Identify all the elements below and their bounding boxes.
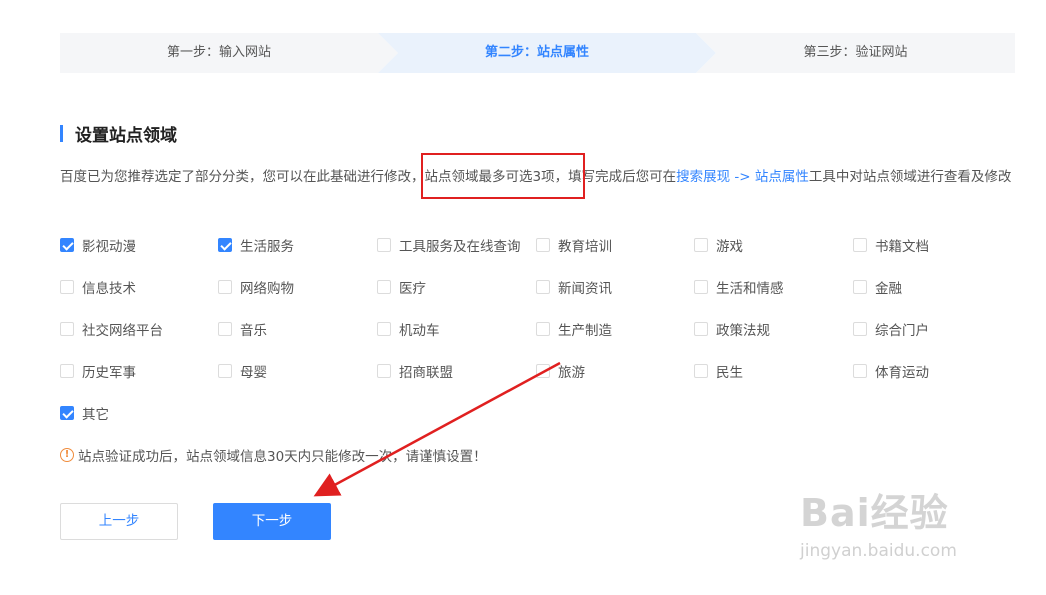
desc-part1: 百度已为您推荐选定了部分分类，您可以在此基础进行修改 — [60, 169, 411, 185]
category-checkbox[interactable] — [218, 238, 232, 252]
category-option[interactable]: 网络购物 — [218, 277, 294, 297]
category-option[interactable]: 教育培训 — [536, 235, 612, 255]
category-option[interactable]: 金融 — [853, 277, 902, 297]
section-title: 设置站点领域 — [60, 122, 177, 146]
category-checkbox[interactable] — [694, 364, 708, 378]
warning-notice: ! 站点验证成功后，站点领域信息30天内只能修改一次，请谨慎设置！ — [60, 445, 487, 465]
category-label: 游戏 — [716, 239, 743, 255]
category-checkbox[interactable] — [694, 238, 708, 252]
category-option[interactable]: 生活和情感 — [694, 277, 784, 297]
category-option[interactable]: 音乐 — [218, 319, 267, 339]
category-checkbox[interactable] — [694, 322, 708, 336]
site-attributes-link[interactable]: 站点属性 — [755, 169, 809, 185]
category-checkbox[interactable] — [377, 238, 391, 252]
category-label: 其它 — [82, 407, 109, 423]
step-1-input-site: 第一步：输入网站 — [166, 45, 271, 60]
category-label: 历史军事 — [82, 365, 136, 381]
step-3-verify-site: 第三步：验证网站 — [803, 45, 908, 60]
category-checkbox[interactable] — [60, 238, 74, 252]
category-option[interactable]: 工具服务及在线查询 — [377, 235, 521, 255]
category-checkbox[interactable] — [536, 238, 550, 252]
category-label: 音乐 — [240, 323, 267, 339]
category-option[interactable]: 体育运动 — [853, 361, 929, 381]
warning-icon: ! — [60, 448, 74, 462]
category-checkbox[interactable] — [853, 322, 867, 336]
category-option[interactable]: 医疗 — [377, 277, 426, 297]
category-option[interactable]: 生活服务 — [218, 235, 294, 255]
category-checkbox[interactable] — [377, 280, 391, 294]
category-label: 综合门户 — [875, 323, 929, 339]
stepper: 第一步：输入网站 第二步：站点属性 第三步：验证网站 — [60, 33, 1015, 73]
category-checkbox[interactable] — [536, 280, 550, 294]
category-option[interactable]: 生产制造 — [536, 319, 612, 339]
category-checkbox[interactable] — [60, 406, 74, 420]
annotation-highlight-box — [421, 153, 585, 199]
step-2-site-attributes: 第二步：站点属性 — [484, 45, 589, 60]
category-label: 生活和情感 — [716, 281, 784, 297]
category-option[interactable]: 影视动漫 — [60, 235, 136, 255]
search-display-link[interactable]: 搜索展现 — [676, 169, 730, 185]
category-checkbox[interactable] — [853, 364, 867, 378]
category-label: 母婴 — [240, 365, 267, 381]
category-label: 生产制造 — [558, 323, 612, 339]
category-option[interactable]: 母婴 — [218, 361, 267, 381]
category-checkbox[interactable] — [853, 280, 867, 294]
category-checkbox[interactable] — [853, 238, 867, 252]
warning-text: 站点验证成功后，站点领域信息30天内只能修改一次，请谨慎设置！ — [78, 449, 487, 465]
category-label: 社交网络平台 — [82, 323, 163, 339]
section-title-text: 设置站点领域 — [75, 125, 177, 146]
category-option[interactable]: 历史军事 — [60, 361, 136, 381]
category-checkbox[interactable] — [60, 280, 74, 294]
prev-step-button[interactable]: 上一步 — [60, 503, 178, 540]
category-option[interactable]: 书籍文档 — [853, 235, 929, 255]
category-checkbox[interactable] — [377, 322, 391, 336]
category-label: 教育培训 — [558, 239, 612, 255]
category-label: 书籍文档 — [875, 239, 929, 255]
category-label: 网络购物 — [240, 281, 294, 297]
category-checkbox[interactable] — [60, 322, 74, 336]
category-option[interactable]: 政策法规 — [694, 319, 770, 339]
category-label: 机动车 — [399, 323, 440, 339]
category-label: 招商联盟 — [399, 365, 453, 381]
category-label: 新闻资讯 — [558, 281, 612, 297]
category-label: 信息技术 — [82, 281, 136, 297]
category-option[interactable]: 综合门户 — [853, 319, 929, 339]
category-label: 生活服务 — [240, 239, 294, 255]
category-option[interactable]: 民生 — [694, 361, 743, 381]
category-label: 旅游 — [558, 365, 585, 381]
category-checkbox[interactable] — [536, 364, 550, 378]
category-checkbox[interactable] — [60, 364, 74, 378]
category-option[interactable]: 机动车 — [377, 319, 440, 339]
watermark-url: jingyan.baidu.com — [800, 541, 957, 561]
category-label: 工具服务及在线查询 — [399, 239, 521, 255]
category-checkbox[interactable] — [694, 280, 708, 294]
next-step-button[interactable]: 下一步 — [213, 503, 331, 540]
category-option[interactable]: 旅游 — [536, 361, 585, 381]
link-arrow-text: -> — [730, 169, 755, 185]
category-option[interactable]: 信息技术 — [60, 277, 136, 297]
category-label: 金融 — [875, 281, 902, 297]
category-label: 医疗 — [399, 281, 426, 297]
category-label: 民生 — [716, 365, 743, 381]
category-option[interactable]: 游戏 — [694, 235, 743, 255]
category-label: 影视动漫 — [82, 239, 136, 255]
category-option[interactable]: 其它 — [60, 403, 109, 423]
category-option[interactable]: 新闻资讯 — [536, 277, 612, 297]
desc-part4: 工具中对站点领域进行查看及修改 — [808, 169, 1012, 185]
category-option[interactable]: 招商联盟 — [377, 361, 453, 381]
category-checkbox[interactable] — [218, 280, 232, 294]
category-label: 体育运动 — [875, 365, 929, 381]
category-checkbox[interactable] — [377, 364, 391, 378]
category-checkbox[interactable] — [536, 322, 550, 336]
category-checkbox[interactable] — [218, 322, 232, 336]
baidu-jingyan-watermark: Bai经验 jingyan.baidu.com — [800, 482, 1000, 582]
category-checkbox[interactable] — [218, 364, 232, 378]
title-accent-bar — [60, 124, 63, 142]
category-label: 政策法规 — [716, 323, 770, 339]
watermark-logo: Bai经验 — [800, 491, 949, 535]
category-option[interactable]: 社交网络平台 — [60, 319, 163, 339]
